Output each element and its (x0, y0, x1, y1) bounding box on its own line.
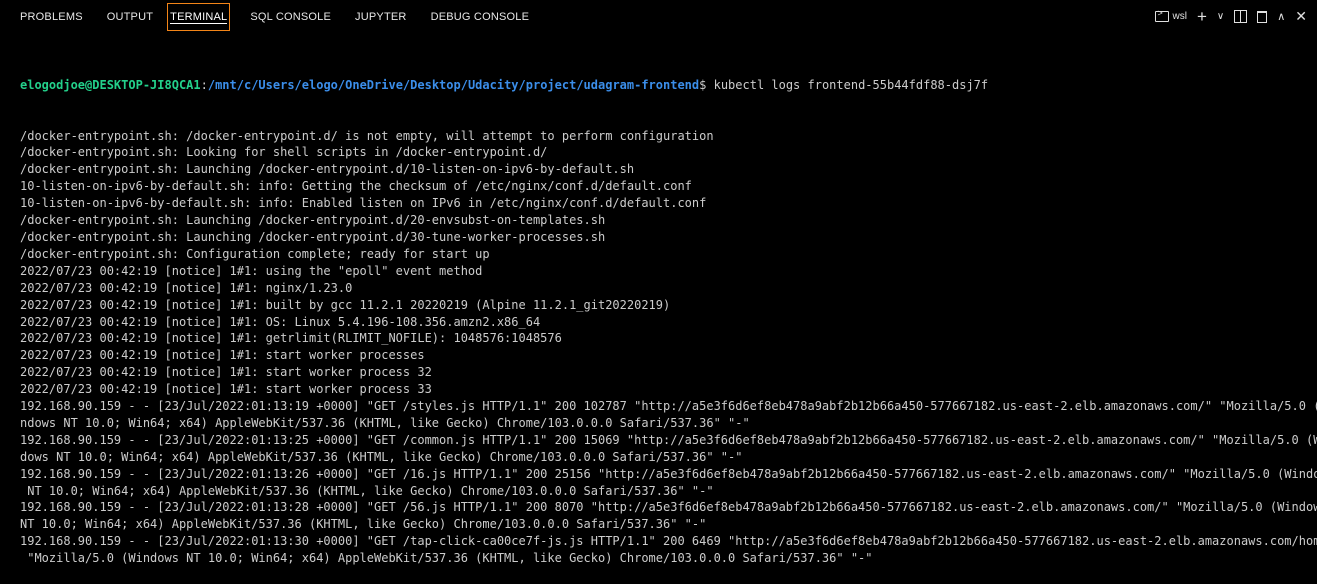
prompt-path: /mnt/c/Users/elogo/OneDrive/Desktop/Udac… (207, 77, 700, 92)
maximize-panel-button[interactable]: ∧ (1277, 10, 1285, 23)
terminal-line: 192.168.90.159 - - [23/Jul/2022:01:13:19… (20, 399, 1317, 414)
new-terminal-button[interactable]: + (1197, 8, 1207, 25)
terminal-line: /docker-entrypoint.sh: Looking for shell… (20, 145, 548, 160)
terminal-line: 2022/07/23 00:42:19 [notice] 1#1: OS: Li… (20, 314, 541, 329)
tab-terminal[interactable]: TERMINAL (167, 2, 231, 31)
terminal-line: /docker-entrypoint.sh: Launching /docker… (20, 213, 606, 228)
terminal-line: 2022/07/23 00:42:19 [notice] 1#1: using … (20, 263, 483, 278)
terminal-icon (1155, 8, 1170, 22)
terminal-line: 10-listen-on-ipv6-by-default.sh: info: E… (20, 196, 707, 211)
terminal-line: 2022/07/23 00:42:19 [notice] 1#1: start … (20, 382, 432, 397)
close-icon: ✕ (1295, 8, 1307, 24)
terminal-line: 192.168.90.159 - - [23/Jul/2022:01:13:30… (20, 534, 1317, 549)
tab-sql-console[interactable]: SQL CONSOLE (242, 4, 339, 30)
close-panel-button[interactable]: ✕ (1295, 8, 1307, 25)
kill-terminal-button[interactable] (1257, 10, 1268, 23)
terminal-profile-label: wsl (1172, 11, 1187, 22)
terminal-line: NT 10.0; Win64; x64) AppleWebKit/537.36 … (20, 483, 714, 498)
panel-actions: wsl + ∨ ∧ ✕ (1155, 0, 1307, 33)
terminal-line: 2022/07/23 00:42:19 [notice] 1#1: start … (20, 365, 432, 380)
terminal-line: dows NT 10.0; Win64; x64) AppleWebKit/53… (20, 449, 743, 464)
terminal-line: 2022/07/23 00:42:19 [notice] 1#1: nginx/… (20, 280, 353, 295)
terminal-line: ndows NT 10.0; Win64; x64) AppleWebKit/5… (20, 415, 750, 430)
terminal-line: 10-listen-on-ipv6-by-default.sh: info: G… (20, 179, 692, 194)
terminal-profile-selector[interactable]: wsl (1155, 8, 1187, 22)
tab-output[interactable]: OUTPUT (99, 4, 161, 30)
terminal-line: /docker-entrypoint.sh: Configuration com… (20, 246, 490, 261)
chevron-down-icon: ∨ (1216, 11, 1225, 22)
tab-terminal-label: TERMINAL (170, 10, 228, 24)
terminal-line: 2022/07/23 00:42:19 [notice] 1#1: start … (20, 348, 425, 363)
tab-jupyter[interactable]: JUPYTER (347, 4, 415, 30)
terminal-dropdown-button[interactable]: ∨ (1217, 11, 1224, 22)
terminal-line: /docker-entrypoint.sh: /docker-entrypoin… (20, 128, 714, 143)
prompt-command: $ kubectl logs frontend-55b44fdf88-dsj7f (699, 77, 989, 92)
terminal-line: 192.168.90.159 - - [23/Jul/2022:01:13:25… (20, 432, 1317, 447)
terminal-line: 2022/07/23 00:42:19 [notice] 1#1: getrli… (20, 331, 562, 346)
chevron-up-icon: ∧ (1277, 11, 1286, 23)
terminal-line: "Mozilla/5.0 (Windows NT 10.0; Win64; x6… (20, 551, 873, 566)
tab-problems[interactable]: PROBLEMS (12, 4, 91, 30)
terminal-line: /docker-entrypoint.sh: Launching /docker… (20, 162, 635, 177)
split-icon (1234, 10, 1248, 23)
split-terminal-button[interactable] (1234, 10, 1248, 23)
terminal-line: NT 10.0; Win64; x64) AppleWebKit/537.36 … (20, 517, 707, 532)
panel-header: PROBLEMS OUTPUT TERMINAL SQL CONSOLE JUP… (0, 0, 1317, 33)
plus-icon: + (1196, 7, 1207, 26)
terminal-line: 2022/07/23 00:42:19 [notice] 1#1: built … (20, 297, 671, 312)
panel-tabs: PROBLEMS OUTPUT TERMINAL SQL CONSOLE JUP… (12, 0, 545, 33)
trash-icon (1257, 10, 1268, 23)
terminal-line: 192.168.90.159 - - [23/Jul/2022:01:13:28… (20, 500, 1317, 515)
prompt-colon: : (200, 77, 208, 92)
tab-debug-console[interactable]: DEBUG CONSOLE (423, 4, 538, 30)
prompt-user: elogodjoe@DESKTOP-JI8QCA1 (20, 77, 201, 92)
terminal-line: /docker-entrypoint.sh: Launching /docker… (20, 229, 606, 244)
terminal-log-lines: /docker-entrypoint.sh: /docker-entrypoin… (20, 128, 1317, 568)
terminal-line: 192.168.90.159 - - [23/Jul/2022:01:13:26… (20, 466, 1317, 481)
terminal-prompt-line: elogodjoe@DESKTOP-JI8QCA1:/mnt/c/Users/e… (20, 77, 1313, 94)
